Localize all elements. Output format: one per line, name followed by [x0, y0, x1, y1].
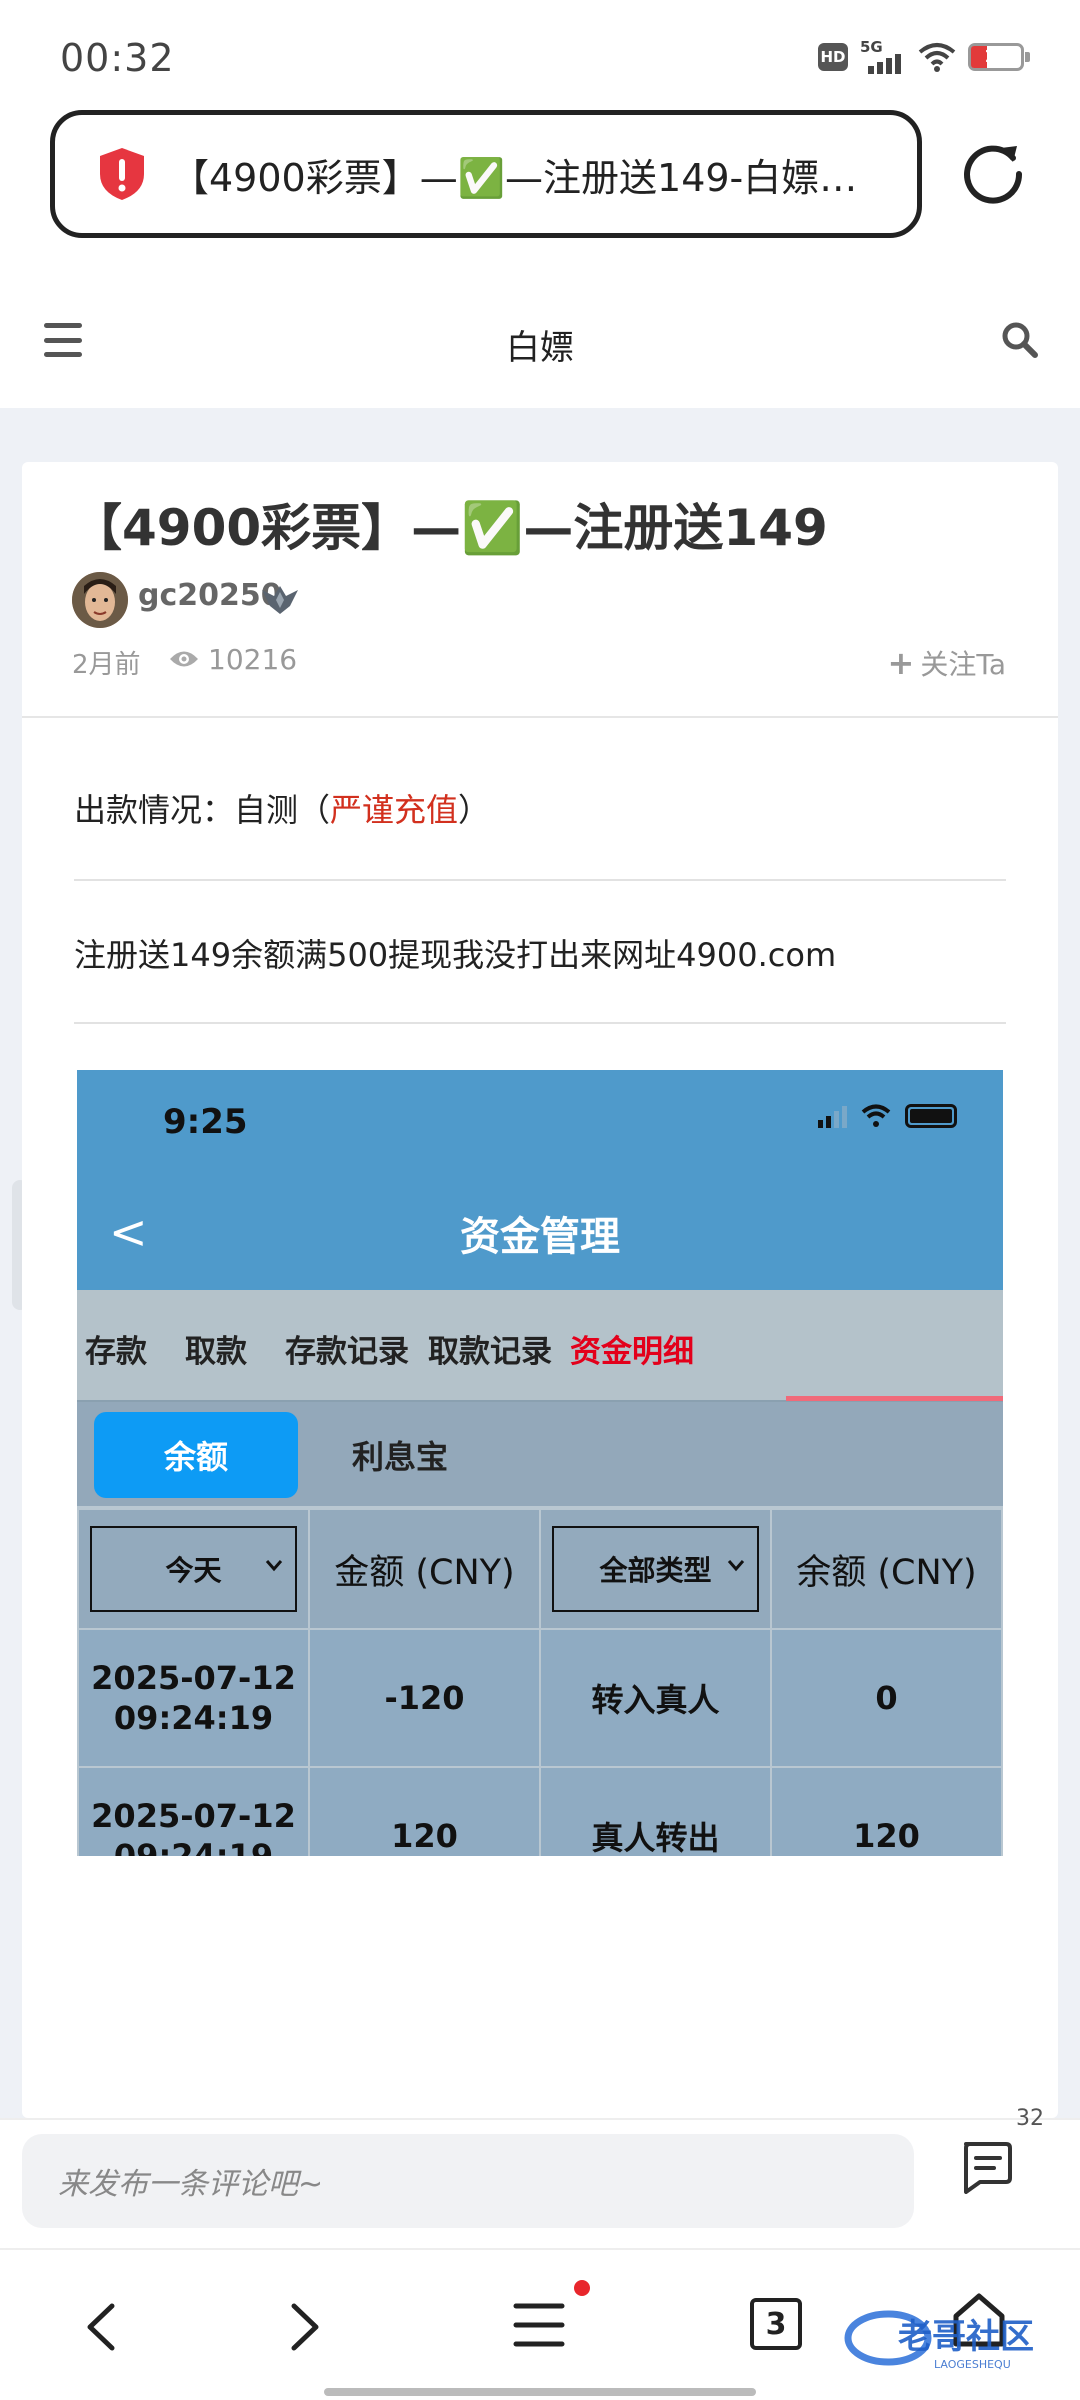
date-filter-select: 今天 [90, 1526, 297, 1612]
embedded-active-tab-indicator [786, 1396, 1003, 1401]
notification-dot [574, 2280, 590, 2296]
embedded-status-icons [818, 1104, 957, 1128]
embedded-battery-icon [905, 1104, 957, 1128]
status-time: 00:32 [60, 36, 175, 80]
site-header: 白嫖 [0, 290, 1080, 408]
embedded-tab-withdraw-records: 取款记录 [428, 1334, 552, 1370]
divider [74, 1022, 1006, 1024]
embedded-wifi-icon [861, 1104, 891, 1127]
chevron-down-icon [265, 1560, 282, 1572]
search-icon[interactable] [1000, 320, 1040, 360]
table-row: 2025-07-12 09:24:19 120 真人转出 120 [77, 1766, 1003, 1856]
hd-icon: HD [818, 43, 848, 71]
row-balance: 0 [770, 1628, 1003, 1768]
comment-count: 32 [1016, 2106, 1044, 2131]
date-filter-cell: 今天 [77, 1508, 310, 1630]
embedded-subtabs: 余额 利息宝 [77, 1402, 1003, 1508]
embedded-time: 9:25 [163, 1102, 248, 1142]
page-url-title[interactable]: 【4900彩票】—✅—注册送149-白嫖… [171, 147, 857, 202]
balance-header: 余额 (CNY) [770, 1508, 1003, 1630]
date-filter-value: 今天 [165, 1554, 222, 1587]
payout-status: 出款情况：自测（严谨充值） [74, 785, 490, 831]
embedded-tab-fund-details: 资金明细 [570, 1334, 694, 1370]
plus-icon: + [887, 644, 915, 682]
svg-text:LAOGESHEQU: LAOGESHEQU [934, 2358, 1011, 2371]
embedded-subtab-interest: 利息宝 [352, 1438, 449, 1476]
payout-prefix: 出款情况：自测（ [74, 791, 331, 829]
battery-icon: 17 [968, 43, 1030, 71]
comment-input[interactable]: 来发布一条评论吧~ [22, 2134, 914, 2228]
warning-shield-icon[interactable] [97, 146, 147, 202]
type-filter-cell: 全部类型 [539, 1508, 772, 1630]
embedded-title: 资金管理 [460, 1214, 620, 1260]
back-icon[interactable] [80, 2300, 120, 2354]
site-title: 白嫖 [506, 328, 574, 368]
cell-signal-icon: 5G [860, 38, 906, 74]
divider [74, 879, 1006, 881]
row-type: 真人转出 [539, 1766, 772, 1856]
embedded-header: 9:25 < 资金管理 [77, 1070, 1003, 1290]
chevron-down-icon [727, 1560, 744, 1572]
embedded-tab-withdraw: 取款 [185, 1334, 247, 1370]
home-indicator[interactable] [324, 2388, 756, 2396]
reload-icon[interactable] [963, 140, 1027, 204]
divider [22, 716, 1058, 718]
embedded-tab-deposit-records: 存款记录 [285, 1334, 409, 1370]
forward-icon[interactable] [286, 2300, 326, 2354]
table-header-row: 今天 金额 (CNY) 全部类型 余额 (CNY) [77, 1508, 1003, 1630]
table-row: 2025-07-12 09:24:19 -120 转入真人 0 [77, 1628, 1003, 1768]
embedded-signal-icon [818, 1104, 847, 1128]
embedded-subtab-balance: 余额 [94, 1412, 298, 1498]
embedded-transactions-table: 今天 金额 (CNY) 全部类型 余额 (CNY) 2025-07-12 09:2… [77, 1508, 1003, 1856]
rank-badge-icon [262, 586, 298, 614]
status-bar: 00:32 HD 5G 17 [0, 0, 1080, 110]
follow-label: 关注Ta [920, 648, 1006, 681]
status-icons: HD 5G 17 [818, 38, 1030, 74]
embedded-tab-deposit: 存款 [85, 1334, 147, 1370]
avatar[interactable] [72, 572, 128, 628]
payout-highlight: 严谨充值 [330, 791, 459, 829]
follow-button[interactable]: + 关注Ta [888, 643, 1006, 683]
eye-icon [170, 651, 198, 667]
row-amount: 120 [308, 1766, 541, 1856]
row-datetime: 2025-07-12 09:24:19 [77, 1766, 310, 1856]
watermark-logo: 老哥社区 LAOGESHEQU [844, 2310, 1034, 2371]
post-time: 2月前 [72, 650, 141, 680]
address-bar[interactable]: 【4900彩票】—✅—注册送149-白嫖… [50, 110, 922, 238]
view-count: 10216 [208, 643, 298, 676]
embedded-tabs: 存款 取款 存款记录 取款记录 资金明细 [77, 1290, 1003, 1402]
row-amount: -120 [308, 1628, 541, 1768]
type-filter-value: 全部类型 [599, 1554, 712, 1587]
row-datetime: 2025-07-12 09:24:19 [77, 1628, 310, 1768]
amount-header: 金额 (CNY) [308, 1508, 541, 1630]
svg-text:老哥社区: 老哥社区 [898, 2317, 1034, 2357]
embedded-screenshot[interactable]: 9:25 < 资金管理 存款 取款 存款记录 取款记录 资金明细 余额 利息宝 … [77, 1070, 1003, 1856]
row-balance: 120 [770, 1766, 1003, 1856]
row-type: 转入真人 [539, 1628, 772, 1768]
post-body: 注册送149余额满500提现我没打出来网址4900.com [74, 936, 837, 974]
tabs-count-button[interactable]: 3 [750, 2298, 802, 2350]
type-filter-select: 全部类型 [552, 1526, 759, 1612]
comment-icon[interactable] [958, 2140, 1014, 2194]
post-title: 【4900彩票】—✅—注册送149 [72, 499, 828, 557]
wifi-icon [918, 43, 956, 72]
payout-suffix: ） [458, 791, 491, 829]
battery-level: 17 [984, 47, 1008, 67]
menu-icon[interactable] [512, 2300, 566, 2350]
